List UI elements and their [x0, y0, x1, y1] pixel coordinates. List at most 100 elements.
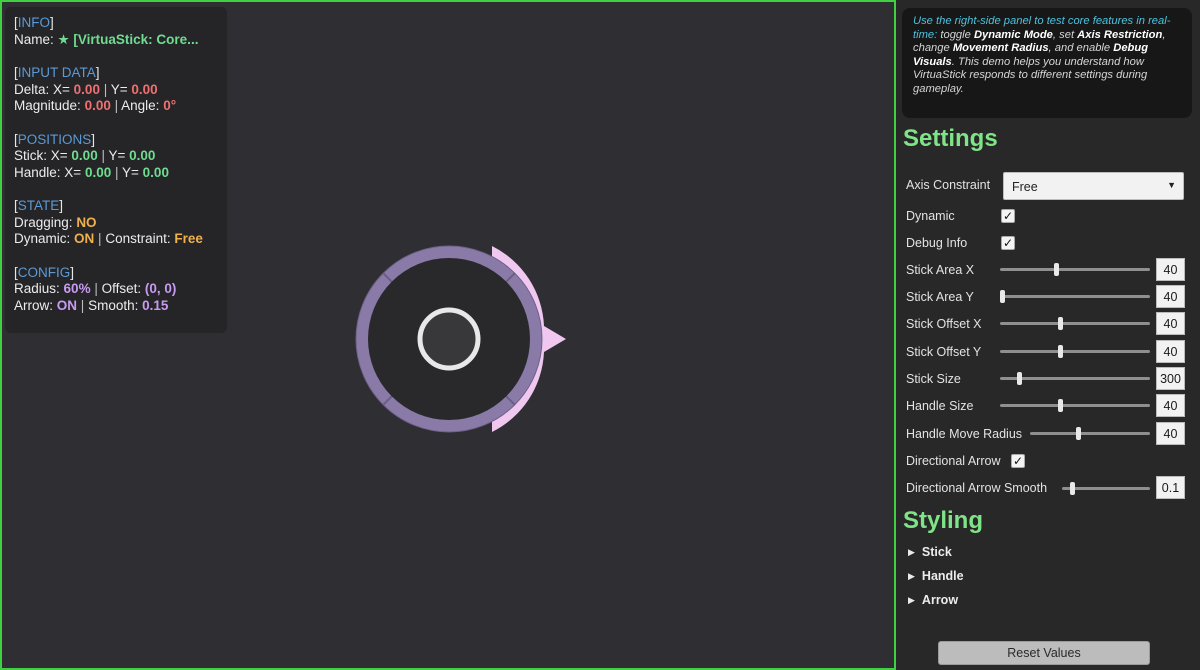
config-header: CONFIG — [17, 264, 71, 280]
directional-arrow-checkbox[interactable]: ✓ — [1011, 454, 1025, 468]
dynamic-state-label: Dynamic: — [14, 231, 71, 246]
star-icon: ★ — [57, 31, 70, 47]
handle-y-value: 0.00 — [142, 164, 169, 180]
hint-movement-radius: Movement Radius — [952, 42, 1049, 55]
delta-y-value: 0.00 — [131, 81, 158, 97]
stick-area-x-label: Stick Area X — [906, 263, 975, 277]
arrow-state-label: Arrow: — [14, 297, 54, 313]
handle-move-radius-field[interactable]: 40 — [1156, 422, 1185, 445]
axis-constraint-dropdown[interactable]: Free ▼ — [1003, 172, 1184, 200]
axis-constraint-label: Axis Constraint — [906, 178, 991, 192]
arrow-smooth-slider-thumb[interactable] — [1070, 482, 1075, 495]
directional-arrow-label: Directional Arrow — [906, 454, 1001, 468]
stick-offset-x-slider[interactable] — [1000, 317, 1150, 330]
name-value: [VirtuaStick: Core... — [73, 31, 199, 47]
foldout-triangle-icon: ▶ — [908, 547, 915, 557]
angle-value: 0° — [163, 98, 177, 113]
smooth-label: Smooth: — [88, 297, 139, 313]
stick-x-value: 0.00 — [71, 148, 98, 163]
dynamic-state-value: ON — [74, 231, 95, 246]
stick-offset-x-row: Stick Offset X — [906, 312, 982, 336]
angle-label: Angle: — [121, 98, 160, 113]
virtual-joystick[interactable] — [352, 242, 572, 438]
info-section: [INFO] Name: ★ [VirtuaStick: Core... — [14, 15, 199, 47]
chevron-down-icon: ▼ — [1167, 180, 1176, 190]
handle-move-radius-label: Handle Move Radius — [906, 427, 1023, 441]
handle-y-label: Y= — [122, 164, 139, 180]
info-header: INFO — [17, 15, 51, 30]
axis-constraint-row: Axis Constraint — [906, 173, 990, 197]
stick-area-x-slider[interactable] — [1000, 263, 1150, 276]
radius-value: 60% — [63, 281, 91, 296]
stick-area-y-slider-thumb[interactable] — [1000, 290, 1005, 303]
handle-size-row: Handle Size — [906, 394, 973, 418]
state-section: [STATE] Dragging: NO Dynamic: ON | Const… — [14, 198, 203, 246]
arrow-state-value: ON — [56, 297, 78, 313]
stick-size-slider[interactable] — [1000, 372, 1150, 385]
foldout-handle[interactable]: ▶ Handle — [908, 569, 964, 583]
delta-y-label: Y= — [110, 81, 128, 97]
stick-size-field[interactable]: 300 — [1156, 367, 1185, 390]
styling-title: Styling — [903, 507, 984, 534]
stick-area-y-slider[interactable] — [1000, 290, 1150, 303]
stick-offset-y-row: Stick Offset Y — [906, 340, 981, 364]
offset-label: Offset: — [101, 281, 142, 296]
directional-arrow-row: Directional Arrow — [906, 449, 1000, 473]
handle-x-value: 0.00 — [84, 164, 112, 180]
input-data-section: [INPUT DATA] Delta: X= 0.00 | Y= 0.00 Ma… — [14, 65, 177, 113]
stick-size-slider-thumb[interactable] — [1017, 372, 1022, 385]
handle-move-radius-slider[interactable] — [1030, 427, 1150, 440]
debug-info-label: Debug Info — [906, 236, 968, 250]
dragging-value: NO — [76, 214, 97, 230]
game-viewport[interactable]: [INFO] Name: ★ [VirtuaStick: Core... [IN… — [0, 0, 896, 670]
reset-values-button[interactable]: Reset Values — [938, 641, 1150, 665]
handle-pos-label: Handle: X= — [14, 164, 82, 180]
arrow-smooth-slider[interactable] — [1062, 482, 1150, 495]
stick-area-y-field[interactable]: 40 — [1156, 285, 1185, 308]
stick-offset-y-slider-thumb[interactable] — [1058, 345, 1063, 358]
stick-area-x-slider-thumb[interactable] — [1054, 263, 1059, 276]
stick-size-label: Stick Size — [906, 372, 961, 386]
foldout-triangle-icon: ▶ — [908, 595, 915, 605]
state-header: STATE — [17, 198, 60, 213]
handle-size-label: Handle Size — [906, 399, 974, 413]
stick-offset-x-label: Stick Offset X — [906, 317, 982, 331]
offset-value: (0, 0) — [144, 281, 177, 296]
delta-x-value: 0.00 — [73, 81, 100, 97]
stick-y-label: Y= — [108, 148, 126, 163]
stick-size-row: Stick Size — [906, 367, 961, 391]
handle-move-radius-slider-thumb[interactable] — [1076, 427, 1081, 440]
stick-offset-x-field[interactable]: 40 — [1156, 312, 1185, 335]
radius-label: Radius: — [14, 281, 60, 296]
handle-size-slider[interactable] — [1000, 399, 1150, 412]
magnitude-label: Magnitude: — [14, 98, 81, 113]
config-section: [CONFIG] Radius: 60% | Offset: (0, 0) Ar… — [14, 264, 177, 313]
hint-dynamic-mode: Dynamic Mode — [973, 28, 1053, 41]
stick-pos-label: Stick: X= — [14, 148, 68, 163]
stick-offset-x-slider-thumb[interactable] — [1058, 317, 1063, 330]
debug-info-checkbox[interactable]: ✓ — [1001, 236, 1015, 250]
dynamic-row: Dynamic — [906, 204, 955, 228]
stick-area-x-field[interactable]: 40 — [1156, 258, 1185, 281]
debug-info-panel: [INFO] Name: ★ [VirtuaStick: Core... [IN… — [5, 7, 227, 333]
foldout-arrow[interactable]: ▶ Arrow — [908, 593, 958, 607]
handle-move-radius-row: Handle Move Radius — [906, 422, 1022, 446]
hint-axis-restriction: Axis Restriction — [1077, 28, 1163, 41]
foldout-stick[interactable]: ▶ Stick — [908, 545, 952, 559]
stick-offset-y-field[interactable]: 40 — [1156, 340, 1185, 363]
positions-section: [POSITIONS] Stick: X= 0.00 | Y= 0.00 Han… — [14, 131, 169, 180]
delta-label: Delta: X= — [14, 81, 70, 97]
help-text-box: Use the right-side panel to test core fe… — [902, 8, 1192, 118]
magnitude-value: 0.00 — [84, 98, 111, 113]
stick-area-y-row: Stick Area Y — [906, 285, 974, 309]
dynamic-checkbox[interactable]: ✓ — [1001, 209, 1015, 223]
dynamic-label: Dynamic — [906, 209, 955, 223]
input-data-header: INPUT DATA — [17, 65, 96, 80]
handle-size-field[interactable]: 40 — [1156, 394, 1185, 417]
dragging-label: Dragging: — [14, 214, 73, 230]
handle-size-slider-thumb[interactable] — [1058, 399, 1063, 412]
arrow-smooth-field[interactable]: 0.1 — [1156, 476, 1185, 499]
joystick-handle[interactable] — [417, 307, 481, 371]
name-label: Name: — [14, 31, 54, 47]
stick-offset-y-slider[interactable] — [1000, 345, 1150, 358]
